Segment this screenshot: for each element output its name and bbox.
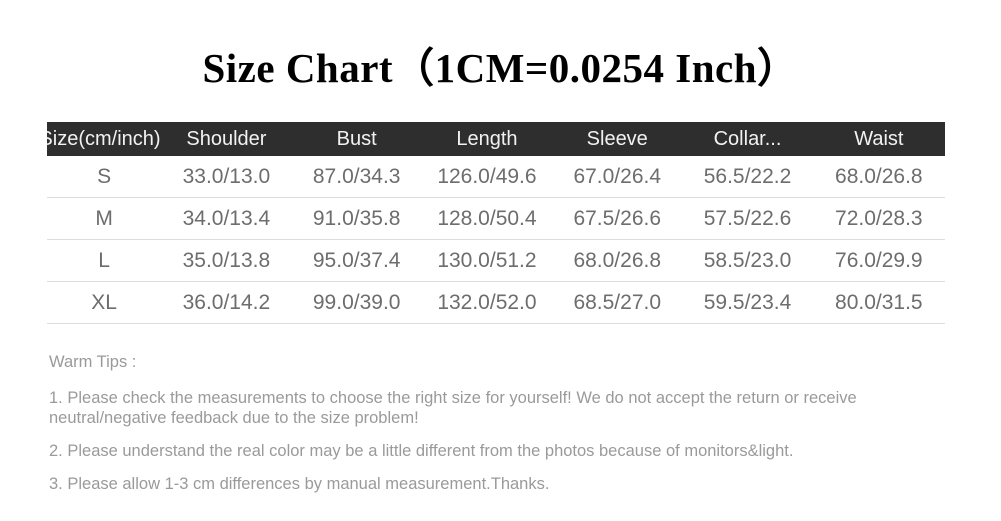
table-header-row: Size(cm/inch) Shoulder Bust Length Sleev… <box>47 122 945 156</box>
cell-bust: 99.0/39.0 <box>291 281 422 324</box>
size-chart-table: Size(cm/inch) Shoulder Bust Length Sleev… <box>47 122 945 324</box>
cell-size: S <box>47 156 162 198</box>
table-row: XL 36.0/14.2 99.0/39.0 132.0/52.0 68.5/2… <box>47 281 945 324</box>
column-header-length: Length <box>456 127 518 150</box>
warm-tip-item-3: 3. Please allow 1-3 cm differences by ma… <box>49 475 550 493</box>
column-header-sleeve: Sleeve <box>586 127 648 150</box>
cell-length: 132.0/52.0 <box>421 281 553 324</box>
cell-collar: 58.5/23.0 <box>682 239 813 282</box>
cell-waist: 76.0/29.9 <box>812 239 945 282</box>
cell-sleeve: 68.0/26.8 <box>552 239 683 282</box>
cell-collar: 56.5/22.2 <box>682 156 813 198</box>
warm-tips-heading: Warm Tips : <box>49 353 137 371</box>
size-chart-table-container: Size(cm/inch) Shoulder Bust Length Sleev… <box>47 122 945 324</box>
cell-shoulder: 34.0/13.4 <box>161 197 292 240</box>
cell-bust: 91.0/35.8 <box>291 197 422 240</box>
warm-tips-section: Warm Tips : 1. Please check the measurem… <box>49 352 959 494</box>
cell-bust: 95.0/37.4 <box>291 239 422 282</box>
table-row: M 34.0/13.4 91.0/35.8 128.0/50.4 67.5/26… <box>47 197 945 240</box>
page-title: Size Chart（1CM=0.0254 Inch） <box>202 45 799 91</box>
cell-bust: 87.0/34.3 <box>291 156 422 198</box>
cell-sleeve: 67.5/26.6 <box>552 197 683 240</box>
cell-size: L <box>47 239 162 282</box>
cell-shoulder: 36.0/14.2 <box>161 281 292 324</box>
cell-sleeve: 67.0/26.4 <box>552 156 683 198</box>
table-header: Size(cm/inch) Shoulder Bust Length Sleev… <box>47 122 945 156</box>
column-header-collar: Collar... <box>713 127 782 150</box>
cell-size: XL <box>47 281 162 324</box>
column-header-bust: Bust <box>336 127 377 150</box>
cell-length: 130.0/51.2 <box>421 239 553 282</box>
column-header-shoulder: Shoulder <box>186 127 267 150</box>
cell-shoulder: 33.0/13.0 <box>161 156 292 198</box>
column-header-size-label: Size(cm/inch) <box>47 127 161 150</box>
cell-collar: 59.5/23.4 <box>682 281 813 324</box>
table-row: L 35.0/13.8 95.0/37.4 130.0/51.2 68.0/26… <box>47 239 945 282</box>
column-header-size: Size(cm/inch) <box>47 122 161 156</box>
cell-sleeve: 68.5/27.0 <box>552 281 683 324</box>
column-header-waist: Waist <box>854 127 904 150</box>
warm-tip-item-2: 2. Please understand the real color may … <box>49 442 794 460</box>
cell-waist: 80.0/31.5 <box>812 281 945 324</box>
cell-size: M <box>47 197 162 240</box>
cell-collar: 57.5/22.6 <box>682 197 813 240</box>
warm-tip-item-1: 1. Please check the measurements to choo… <box>49 389 857 427</box>
cell-shoulder: 35.0/13.8 <box>161 239 292 282</box>
cell-length: 128.0/50.4 <box>421 197 553 240</box>
table-body: S 33.0/13.0 87.0/34.3 126.0/49.6 67.0/26… <box>47 156 945 324</box>
table-row: S 33.0/13.0 87.0/34.3 126.0/49.6 67.0/26… <box>47 156 945 198</box>
cell-waist: 72.0/28.3 <box>812 197 945 240</box>
cell-waist: 68.0/26.8 <box>812 156 945 198</box>
cell-length: 126.0/49.6 <box>421 156 553 198</box>
